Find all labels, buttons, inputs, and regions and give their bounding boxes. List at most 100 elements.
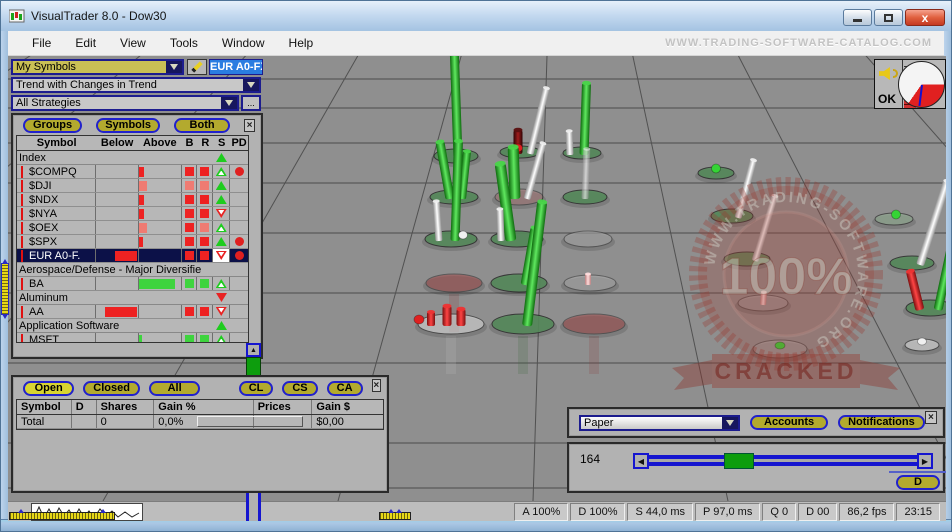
square-red-light bbox=[200, 223, 209, 232]
slider-left-arrow[interactable]: ◀ bbox=[633, 453, 649, 469]
menu-window[interactable]: Window bbox=[210, 32, 277, 54]
filter-open[interactable]: Open bbox=[23, 381, 74, 396]
symbol-row[interactable]: $NYA bbox=[17, 207, 248, 221]
menu-edit[interactable]: Edit bbox=[63, 32, 108, 54]
strategy-dropdown[interactable]: All Strategies bbox=[11, 95, 239, 111]
column-header-gain[interactable]: Gain % bbox=[154, 400, 253, 414]
action-cs[interactable]: CS bbox=[282, 381, 317, 396]
strategy-more-button[interactable]: ... bbox=[241, 95, 261, 111]
symbol-row[interactable]: $NDX bbox=[17, 193, 248, 207]
close-icon[interactable]: × bbox=[925, 411, 937, 424]
filter-all[interactable]: All bbox=[149, 381, 200, 396]
symbols-panel: Groups Symbols Both × SymbolBelowAboveBRSPD… bbox=[11, 113, 263, 359]
tab-symbols[interactable]: Symbols bbox=[96, 118, 160, 133]
dropdown-arrow-icon[interactable] bbox=[166, 61, 182, 73]
speaker-wave-icon bbox=[893, 69, 898, 78]
r-cell bbox=[197, 179, 213, 192]
symbol-row[interactable]: MSFT bbox=[17, 333, 248, 342]
symbols-list: Index$COMPQ$DJI$NDX$NYA$OEX$SPXEUR A0-F.… bbox=[17, 151, 248, 342]
trend-dropdown[interactable]: Trend with Changes in Trend bbox=[11, 77, 261, 93]
menu-view[interactable]: View bbox=[108, 32, 158, 54]
active-symbol-field[interactable]: EUR A0-FX bbox=[209, 59, 263, 75]
column-header-above[interactable]: Above bbox=[138, 136, 182, 150]
day-mode-button[interactable]: D bbox=[896, 475, 940, 490]
column-header-symbol[interactable]: Symbol bbox=[17, 136, 96, 150]
dropdown-arrow-icon[interactable] bbox=[243, 79, 259, 91]
edit-list-button[interactable] bbox=[187, 59, 207, 75]
slider-track[interactable] bbox=[649, 455, 917, 466]
r-cell bbox=[197, 249, 213, 262]
system-gauge: OK bbox=[874, 59, 946, 109]
symbol-row[interactable]: $OEX bbox=[17, 221, 248, 235]
dropdown-arrow-icon[interactable] bbox=[722, 417, 738, 429]
column-header-below[interactable]: Below bbox=[96, 136, 138, 150]
trend-bar bbox=[139, 167, 144, 177]
minimize-button[interactable] bbox=[843, 9, 872, 26]
symbol-label: MSFT bbox=[17, 333, 96, 342]
column-header-shares[interactable]: Shares bbox=[97, 400, 155, 414]
pd-cell bbox=[230, 151, 248, 164]
symbol-list-dropdown[interactable]: My Symbols bbox=[11, 59, 184, 75]
maximize-button[interactable] bbox=[874, 9, 903, 26]
symbol-row[interactable]: $DJI bbox=[17, 179, 248, 193]
status-cell: 23:15 bbox=[896, 503, 940, 521]
tab-both[interactable]: Both bbox=[174, 118, 230, 133]
accounts-button[interactable]: Accounts bbox=[750, 415, 828, 430]
minimized-bar[interactable] bbox=[9, 512, 115, 520]
square-green bbox=[200, 335, 209, 342]
below-above-cell bbox=[96, 277, 181, 290]
menu-help[interactable]: Help bbox=[277, 32, 326, 54]
column-header-pd[interactable]: PD bbox=[230, 136, 248, 150]
below-above-cell bbox=[96, 221, 181, 234]
menu-file[interactable]: File bbox=[20, 32, 63, 54]
below-above-cell bbox=[96, 333, 181, 342]
notifications-button[interactable]: Notifications bbox=[838, 415, 925, 430]
positions-total-row[interactable]: Total00,0%$0,00 bbox=[17, 415, 383, 429]
slider-thumb[interactable] bbox=[724, 453, 754, 469]
symbol-row[interactable]: $COMPQ bbox=[17, 165, 248, 179]
account-dropdown[interactable]: Paper bbox=[579, 415, 740, 431]
symbol-row[interactable]: AA bbox=[17, 305, 248, 319]
speaker-icon[interactable] bbox=[879, 67, 893, 80]
column-header-b[interactable]: B bbox=[182, 136, 198, 150]
time-slider[interactable]: ◀ ▶ bbox=[633, 453, 933, 469]
column-header-symbol[interactable]: Symbol bbox=[17, 400, 72, 414]
group-row[interactable]: Index bbox=[17, 151, 248, 165]
scroll-up-icon[interactable]: ▲ bbox=[246, 343, 261, 357]
main-3d-view[interactable]: WWW.TRADING-SOFTWARE.ORG 100% CRACKED My… bbox=[8, 56, 946, 521]
r-cell bbox=[197, 333, 213, 342]
group-row[interactable]: Aerospace/Defense - Major Diversifie bbox=[17, 263, 248, 277]
column-header-gain[interactable]: Gain $ bbox=[311, 400, 383, 414]
collapsed-panel-handle[interactable] bbox=[1, 263, 9, 315]
group-row[interactable]: Aluminum bbox=[17, 291, 248, 305]
close-button[interactable]: x bbox=[905, 9, 945, 26]
column-header-d[interactable]: D bbox=[72, 400, 97, 414]
group-label: Aerospace/Defense - Major Diversifie bbox=[17, 263, 213, 276]
minimized-bar[interactable] bbox=[379, 512, 411, 520]
group-row[interactable]: Application Software bbox=[17, 319, 248, 333]
filter-closed[interactable]: Closed bbox=[83, 381, 140, 396]
symbol-row[interactable]: $SPX bbox=[17, 235, 248, 249]
status-cell: 86,2 fps bbox=[839, 503, 894, 521]
status-cell: A 100% bbox=[514, 503, 568, 521]
action-cl[interactable]: CL bbox=[239, 381, 274, 396]
action-ca[interactable]: CA bbox=[327, 381, 363, 396]
menu-bar: FileEditViewToolsWindowHelpWWW.TRADING-S… bbox=[8, 31, 946, 56]
column-header-prices[interactable]: Prices bbox=[254, 400, 312, 414]
close-icon[interactable]: × bbox=[372, 379, 381, 392]
square-red bbox=[200, 251, 209, 260]
symbol-row[interactable]: BA bbox=[17, 277, 248, 291]
column-header-r[interactable]: R bbox=[197, 136, 213, 150]
s-cell bbox=[213, 305, 230, 318]
title-bar[interactable]: VisualTrader 8.0 - Dow30 x bbox=[1, 1, 952, 31]
menu-tools[interactable]: Tools bbox=[158, 32, 210, 54]
tab-groups[interactable]: Groups bbox=[23, 118, 82, 133]
symbol-row[interactable]: EUR A0-F. bbox=[17, 249, 248, 263]
dropdown-arrow-icon[interactable] bbox=[221, 97, 237, 109]
column-header-s[interactable]: S bbox=[213, 136, 230, 150]
slider-right-arrow[interactable]: ▶ bbox=[917, 453, 933, 469]
close-icon[interactable]: × bbox=[244, 119, 255, 132]
r-cell bbox=[197, 207, 213, 220]
trend-tick bbox=[21, 278, 23, 290]
below-above-cell bbox=[96, 235, 181, 248]
